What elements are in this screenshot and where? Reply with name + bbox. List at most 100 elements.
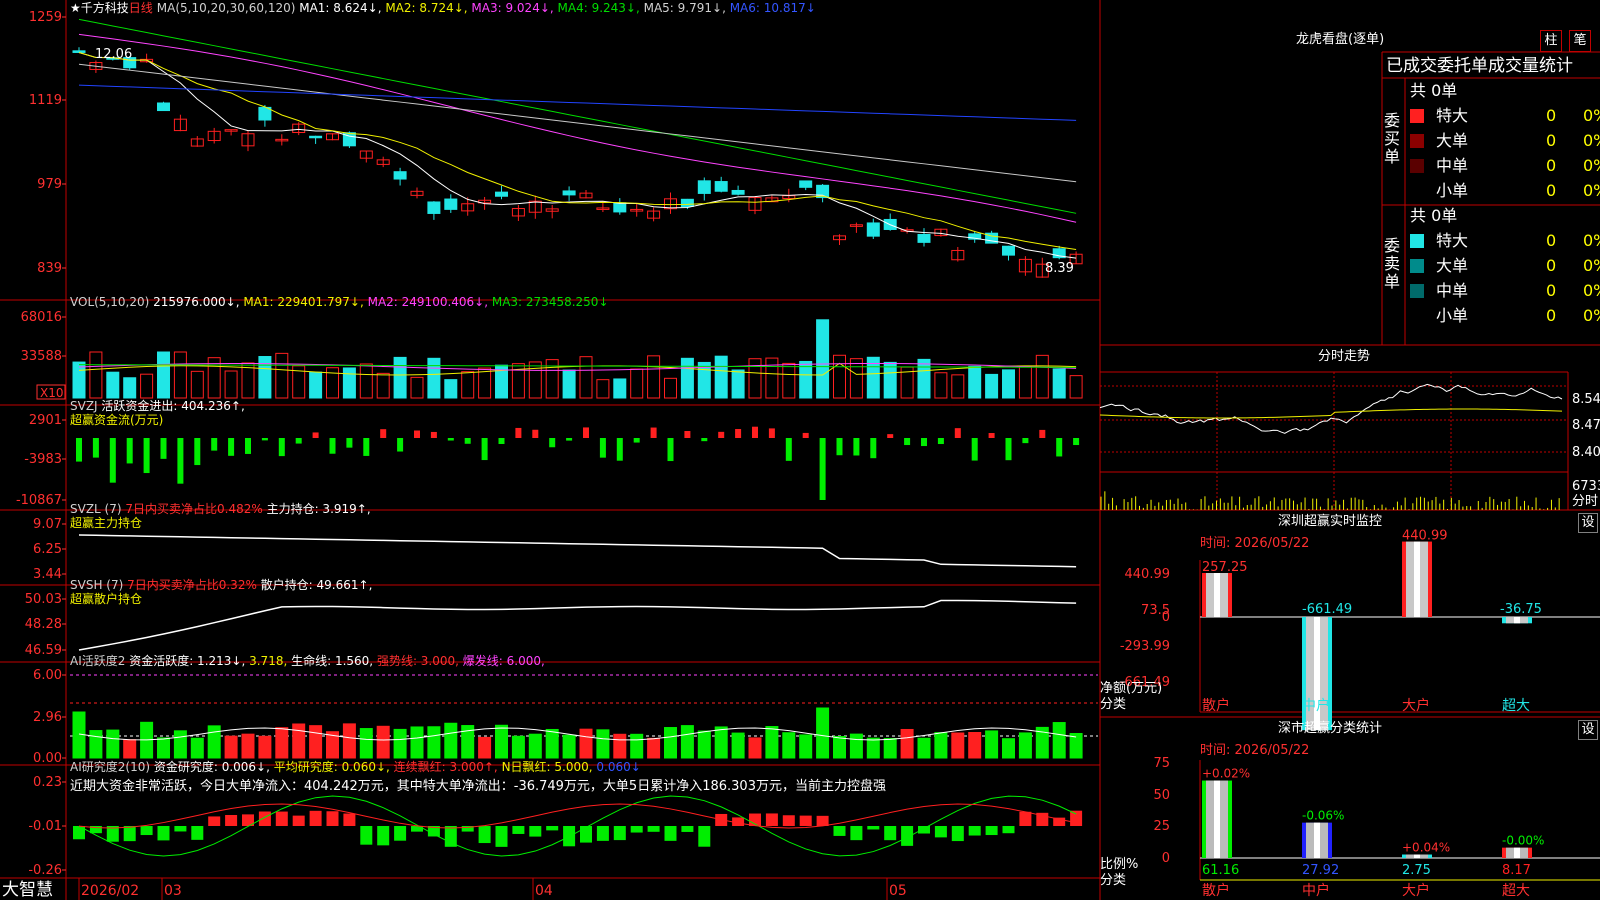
vol-bar [528,361,542,399]
legend-item: MA3: 273458.250↓ [491,295,609,309]
row-label: 大单 [1436,256,1469,275]
price-tick: 839 [37,261,62,276]
activity-bar [173,730,187,759]
ma4-line [78,18,1077,214]
vol-bar [579,356,593,399]
classify-set-button[interactable]: 设 [1578,720,1598,740]
classify-category: 大户 [1402,882,1430,899]
research-bar [377,826,390,846]
classify-value: 8.17 [1502,863,1531,878]
legend-item: SVZL (7) [70,502,126,516]
monitor-time: 时间: 2026/05/22 [1200,536,1310,551]
vol-bar [157,351,170,399]
flow-bar [515,427,522,438]
research-bar [918,826,930,834]
intraday-price-tick: 8.54 [1572,392,1600,407]
activity-bar [833,736,846,759]
candle [714,181,728,192]
classify-xlabel: 分类 [1100,873,1127,888]
ma5-line [78,63,1077,183]
legend-item: MA3: 9.024↓, [471,1,558,15]
activity-bar [157,737,170,759]
vol-bar [833,354,846,399]
flow-bar [160,438,167,459]
candle [495,191,508,197]
ai-tick: -0.26 [28,863,62,878]
legend-item: 平均研究度: 0.060↓, [273,760,394,774]
classify-category: 超大 [1502,883,1530,899]
date-label: 05 [889,883,907,899]
legend-item: 爆发线: 6.000, [462,654,545,668]
intraday-price-tick: 8.40 [1572,445,1600,460]
intraday-title[interactable]: 分时走势 [1318,350,1370,364]
tab-zhu[interactable]: 柱 [1540,30,1562,52]
classify-tick: 50 [1153,788,1170,803]
row-label: 小单 [1436,181,1469,200]
monitor-set-button[interactable]: 设 [1578,513,1598,533]
ai2-tick: 2.96 [33,710,62,725]
activity-bar [89,730,103,759]
flow-bar [380,429,387,438]
tab-bi[interactable]: 笔 [1569,30,1591,52]
flow-bar [363,438,370,456]
svzj-tick: -3983 [24,452,62,467]
research-bar [850,826,863,841]
monitor-category: 中户 [1302,697,1330,714]
classify-bar-shine [1414,854,1420,858]
ai-tick: -0.01 [28,819,62,834]
intraday-avg-line [1099,408,1563,419]
vol-bar [731,369,745,399]
row-count: 0 [1546,131,1557,150]
candle [157,102,170,112]
research-bar [968,826,981,836]
svzl-tick: 6.25 [33,542,62,557]
svzl-tick: 9.07 [33,517,62,532]
activity-bar [866,737,880,759]
vol-bar [190,370,204,399]
vol-bar [714,355,728,399]
ma3-line [78,33,1077,223]
vol-bar [393,356,407,399]
ai2-tick: 6.00 [33,668,62,683]
research-bar [394,826,407,841]
vol-unit: X10 [40,386,64,400]
legend-item: MA(5,10,20,30,60,120) [156,1,300,15]
row-count: 0 [1546,231,1557,250]
classify-time: 时间: 2026/05/22 [1200,743,1310,758]
candle [799,180,813,188]
research-bar [698,826,711,847]
vol-bar [89,351,103,399]
vol-bar [748,358,762,399]
brand-logo[interactable]: 大智慧 [2,880,53,900]
row-count: 0 [1546,256,1557,275]
flow-bar [566,438,573,441]
flow-bar [346,438,353,448]
monitor-bar-shine [1414,541,1420,617]
candle [680,198,694,207]
activity-bar [934,732,948,759]
period-label[interactable]: 日线 [129,1,153,15]
legend-item: MA5: 9.791↓, [643,1,730,15]
row-label: 特大 [1436,106,1469,125]
flow-bar [447,438,454,441]
activity-bar [714,726,728,759]
candle [731,189,745,195]
activity-bar [511,735,525,759]
activity-bar [731,732,745,759]
svzj-sub-label: 超赢资金流(万元) [70,413,164,427]
low-label: 8.39 [1045,261,1074,276]
star-icon[interactable]: ★ [70,1,81,15]
vol-bar [258,356,272,399]
candle [917,233,931,243]
vol-bar [782,362,796,399]
row-pct: 0% [1583,231,1600,250]
svsh-tick: 46.59 [25,643,62,658]
vol-bar [765,357,779,399]
activity-bar [968,732,982,759]
legend-item: N日飘红: 5.000, [501,760,597,774]
monitor-category: 超大 [1502,698,1530,714]
vol-bar [664,377,677,399]
flow-bar [1039,429,1046,438]
flow-bar [752,426,758,438]
activity-bar [528,733,542,759]
